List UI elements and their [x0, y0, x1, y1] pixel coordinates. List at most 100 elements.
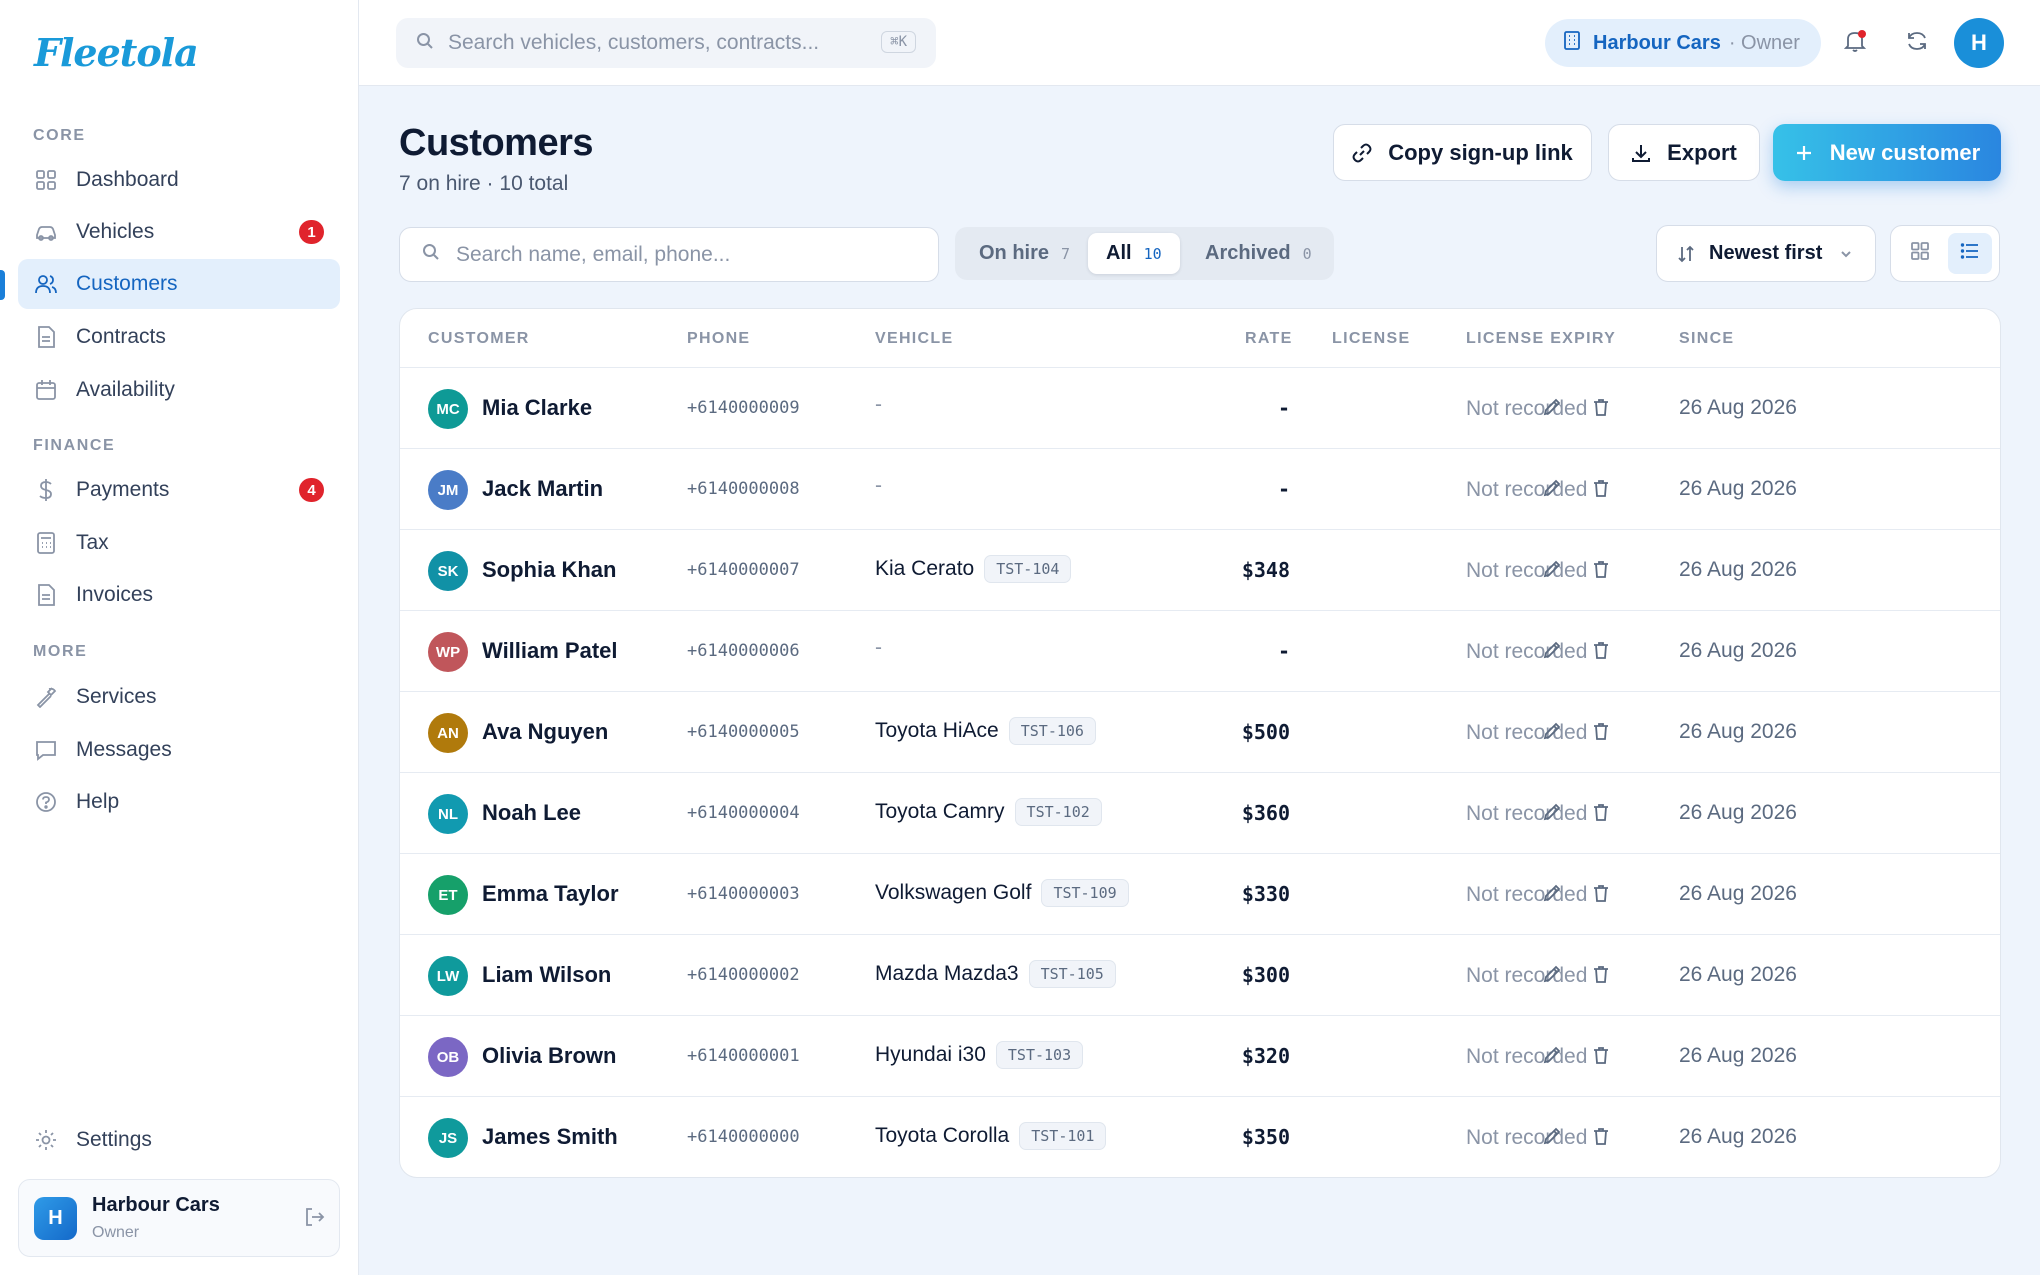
rate-value: $350: [1241, 1125, 1290, 1149]
export-button[interactable]: Export: [1608, 124, 1760, 181]
delete-button[interactable]: [1586, 799, 1616, 829]
account-card[interactable]: H Harbour Cars Owner: [18, 1179, 340, 1257]
customer-name[interactable]: Ava Nguyen: [482, 719, 608, 745]
logout-icon[interactable]: [303, 1206, 325, 1233]
delete-button[interactable]: [1586, 394, 1616, 424]
edit-button[interactable]: [1537, 718, 1567, 748]
column-header-customer[interactable]: CUSTOMER: [428, 330, 530, 348]
tab-archived[interactable]: Archived 0: [1187, 233, 1330, 274]
customer-name[interactable]: James Smith: [482, 1124, 618, 1150]
sidebar-item-label: Availability: [76, 378, 175, 401]
customer-name[interactable]: Emma Taylor: [482, 881, 619, 907]
app-logo[interactable]: Fleetola: [34, 30, 199, 75]
vehicle-name: Volkswagen Golf: [875, 881, 1032, 904]
copy-signup-link-button[interactable]: Copy sign-up link: [1333, 124, 1592, 181]
delete-button[interactable]: [1586, 1123, 1616, 1153]
sidebar-item-availability[interactable]: Availability: [18, 365, 340, 415]
sidebar-item-payments[interactable]: Payments 4: [18, 465, 340, 515]
file-icon: [34, 583, 58, 607]
customer-name[interactable]: Sophia Khan: [482, 557, 616, 583]
new-customer-label: New customer: [1829, 139, 1981, 165]
global-search-input[interactable]: Search vehicles, customers, contracts...…: [396, 18, 936, 68]
delete-button[interactable]: [1586, 718, 1616, 748]
column-header-license-expiry[interactable]: LICENSE EXPIRY: [1466, 330, 1616, 348]
column-header-license[interactable]: LICENSE: [1332, 330, 1410, 348]
delete-button[interactable]: [1586, 880, 1616, 910]
table-row[interactable]: JM Jack Martin +6140000008 - - Not recorded 26…: [400, 449, 2000, 530]
edit-button[interactable]: [1537, 394, 1567, 424]
edit-button[interactable]: [1537, 880, 1567, 910]
delete-button[interactable]: [1586, 556, 1616, 586]
notifications-button[interactable]: [1836, 24, 1874, 62]
customer-avatar: SK: [428, 551, 468, 591]
edit-button[interactable]: [1537, 475, 1567, 505]
edit-button[interactable]: [1537, 1042, 1567, 1072]
sidebar-item-vehicles[interactable]: Vehicles 1: [18, 207, 340, 257]
sidebar-item-services[interactable]: Services: [18, 672, 340, 722]
org-switcher[interactable]: Harbour Cars · Owner: [1545, 19, 1821, 67]
edit-button[interactable]: [1537, 799, 1567, 829]
column-header-rate[interactable]: RATE: [1245, 330, 1293, 348]
table-row[interactable]: OB Olivia Brown +6140000001 Hyundai i30 TST-…: [400, 1016, 2000, 1097]
vehicle-cell: -: [875, 636, 882, 660]
table-row[interactable]: NL Noah Lee +6140000004 Toyota Camry TST-102…: [400, 773, 2000, 854]
sort-icon: [1677, 244, 1695, 264]
tab-all[interactable]: All 10: [1088, 233, 1180, 274]
since-date: 26 Aug 2026: [1679, 882, 1797, 905]
sidebar-item-dashboard[interactable]: Dashboard: [18, 155, 340, 205]
sidebar-item-help[interactable]: Help: [18, 777, 340, 827]
new-customer-button[interactable]: New customer: [1773, 124, 2001, 181]
column-header-vehicle[interactable]: VEHICLE: [875, 330, 953, 348]
nav-section-more: MORE: [33, 643, 88, 660]
column-header-since[interactable]: SINCE: [1679, 330, 1734, 348]
download-icon: [1631, 143, 1651, 163]
sidebar-item-messages[interactable]: Messages: [18, 725, 340, 775]
edit-button[interactable]: [1537, 637, 1567, 667]
sidebar-item-label: Vehicles: [76, 220, 155, 243]
pencil-icon: [1542, 883, 1562, 908]
sidebar-item-settings[interactable]: Settings: [18, 1115, 340, 1165]
delete-button[interactable]: [1586, 1042, 1616, 1072]
chevron-down-icon: [1839, 244, 1853, 267]
vehicle-plate: TST-106: [1008, 717, 1096, 745]
delete-button[interactable]: [1586, 475, 1616, 505]
sidebar-item-contracts[interactable]: Contracts: [18, 312, 340, 362]
table-row[interactable]: WP William Patel +6140000006 - - Not recorded…: [400, 611, 2000, 692]
help-icon: [34, 790, 58, 814]
sort-dropdown[interactable]: Newest first: [1656, 225, 1876, 282]
edit-button[interactable]: [1537, 1123, 1567, 1153]
table-row[interactable]: ET Emma Taylor +6140000003 Volkswagen Golf T…: [400, 854, 2000, 935]
table-row[interactable]: MC Mia Clarke +6140000009 - - Not recorded 26 …: [400, 368, 2000, 449]
grid-view-button[interactable]: [1898, 233, 1942, 274]
customer-name[interactable]: William Patel: [482, 638, 618, 664]
table-row[interactable]: AN Ava Nguyen +6140000005 Toyota HiAce TST-1…: [400, 692, 2000, 773]
trash-icon: [1591, 964, 1611, 989]
nav-section-core: CORE: [33, 127, 86, 144]
table-row[interactable]: JS James Smith +6140000000 Toyota Corolla TS…: [400, 1097, 2000, 1177]
refresh-button[interactable]: [1898, 24, 1936, 62]
edit-button[interactable]: [1537, 556, 1567, 586]
customer-name[interactable]: Jack Martin: [482, 476, 603, 502]
delete-button[interactable]: [1586, 961, 1616, 991]
sidebar-item-invoices[interactable]: Invoices: [18, 570, 340, 620]
sidebar: Fleetola CORE Dashboard Vehicles 1 Custo…: [0, 0, 359, 1275]
grid-icon: [34, 168, 58, 192]
delete-button[interactable]: [1586, 637, 1616, 667]
sidebar-item-customers[interactable]: Customers: [18, 259, 340, 309]
sidebar-item-tax[interactable]: Tax: [18, 518, 340, 568]
table-row[interactable]: LW Liam Wilson +6140000002 Mazda Mazda3 TST-…: [400, 935, 2000, 1016]
tab-on-hire[interactable]: On hire 7: [961, 233, 1088, 274]
customer-name[interactable]: Noah Lee: [482, 800, 581, 826]
column-header-phone[interactable]: PHONE: [687, 330, 750, 348]
customer-name[interactable]: Liam Wilson: [482, 962, 611, 988]
edit-button[interactable]: [1537, 961, 1567, 991]
list-view-button[interactable]: [1948, 233, 1992, 274]
since-date: 26 Aug 2026: [1679, 801, 1797, 824]
table-row[interactable]: SK Sophia Khan +6140000007 Kia Cerato TST-10…: [400, 530, 2000, 611]
vehicle-cell: Toyota Camry TST-102: [875, 798, 1102, 826]
customer-name[interactable]: Mia Clarke: [482, 395, 592, 421]
customer-search-input[interactable]: Search name, email, phone...: [399, 227, 939, 282]
user-avatar[interactable]: H: [1954, 18, 2004, 68]
car-icon: [34, 220, 58, 244]
customer-name[interactable]: Olivia Brown: [482, 1043, 616, 1069]
